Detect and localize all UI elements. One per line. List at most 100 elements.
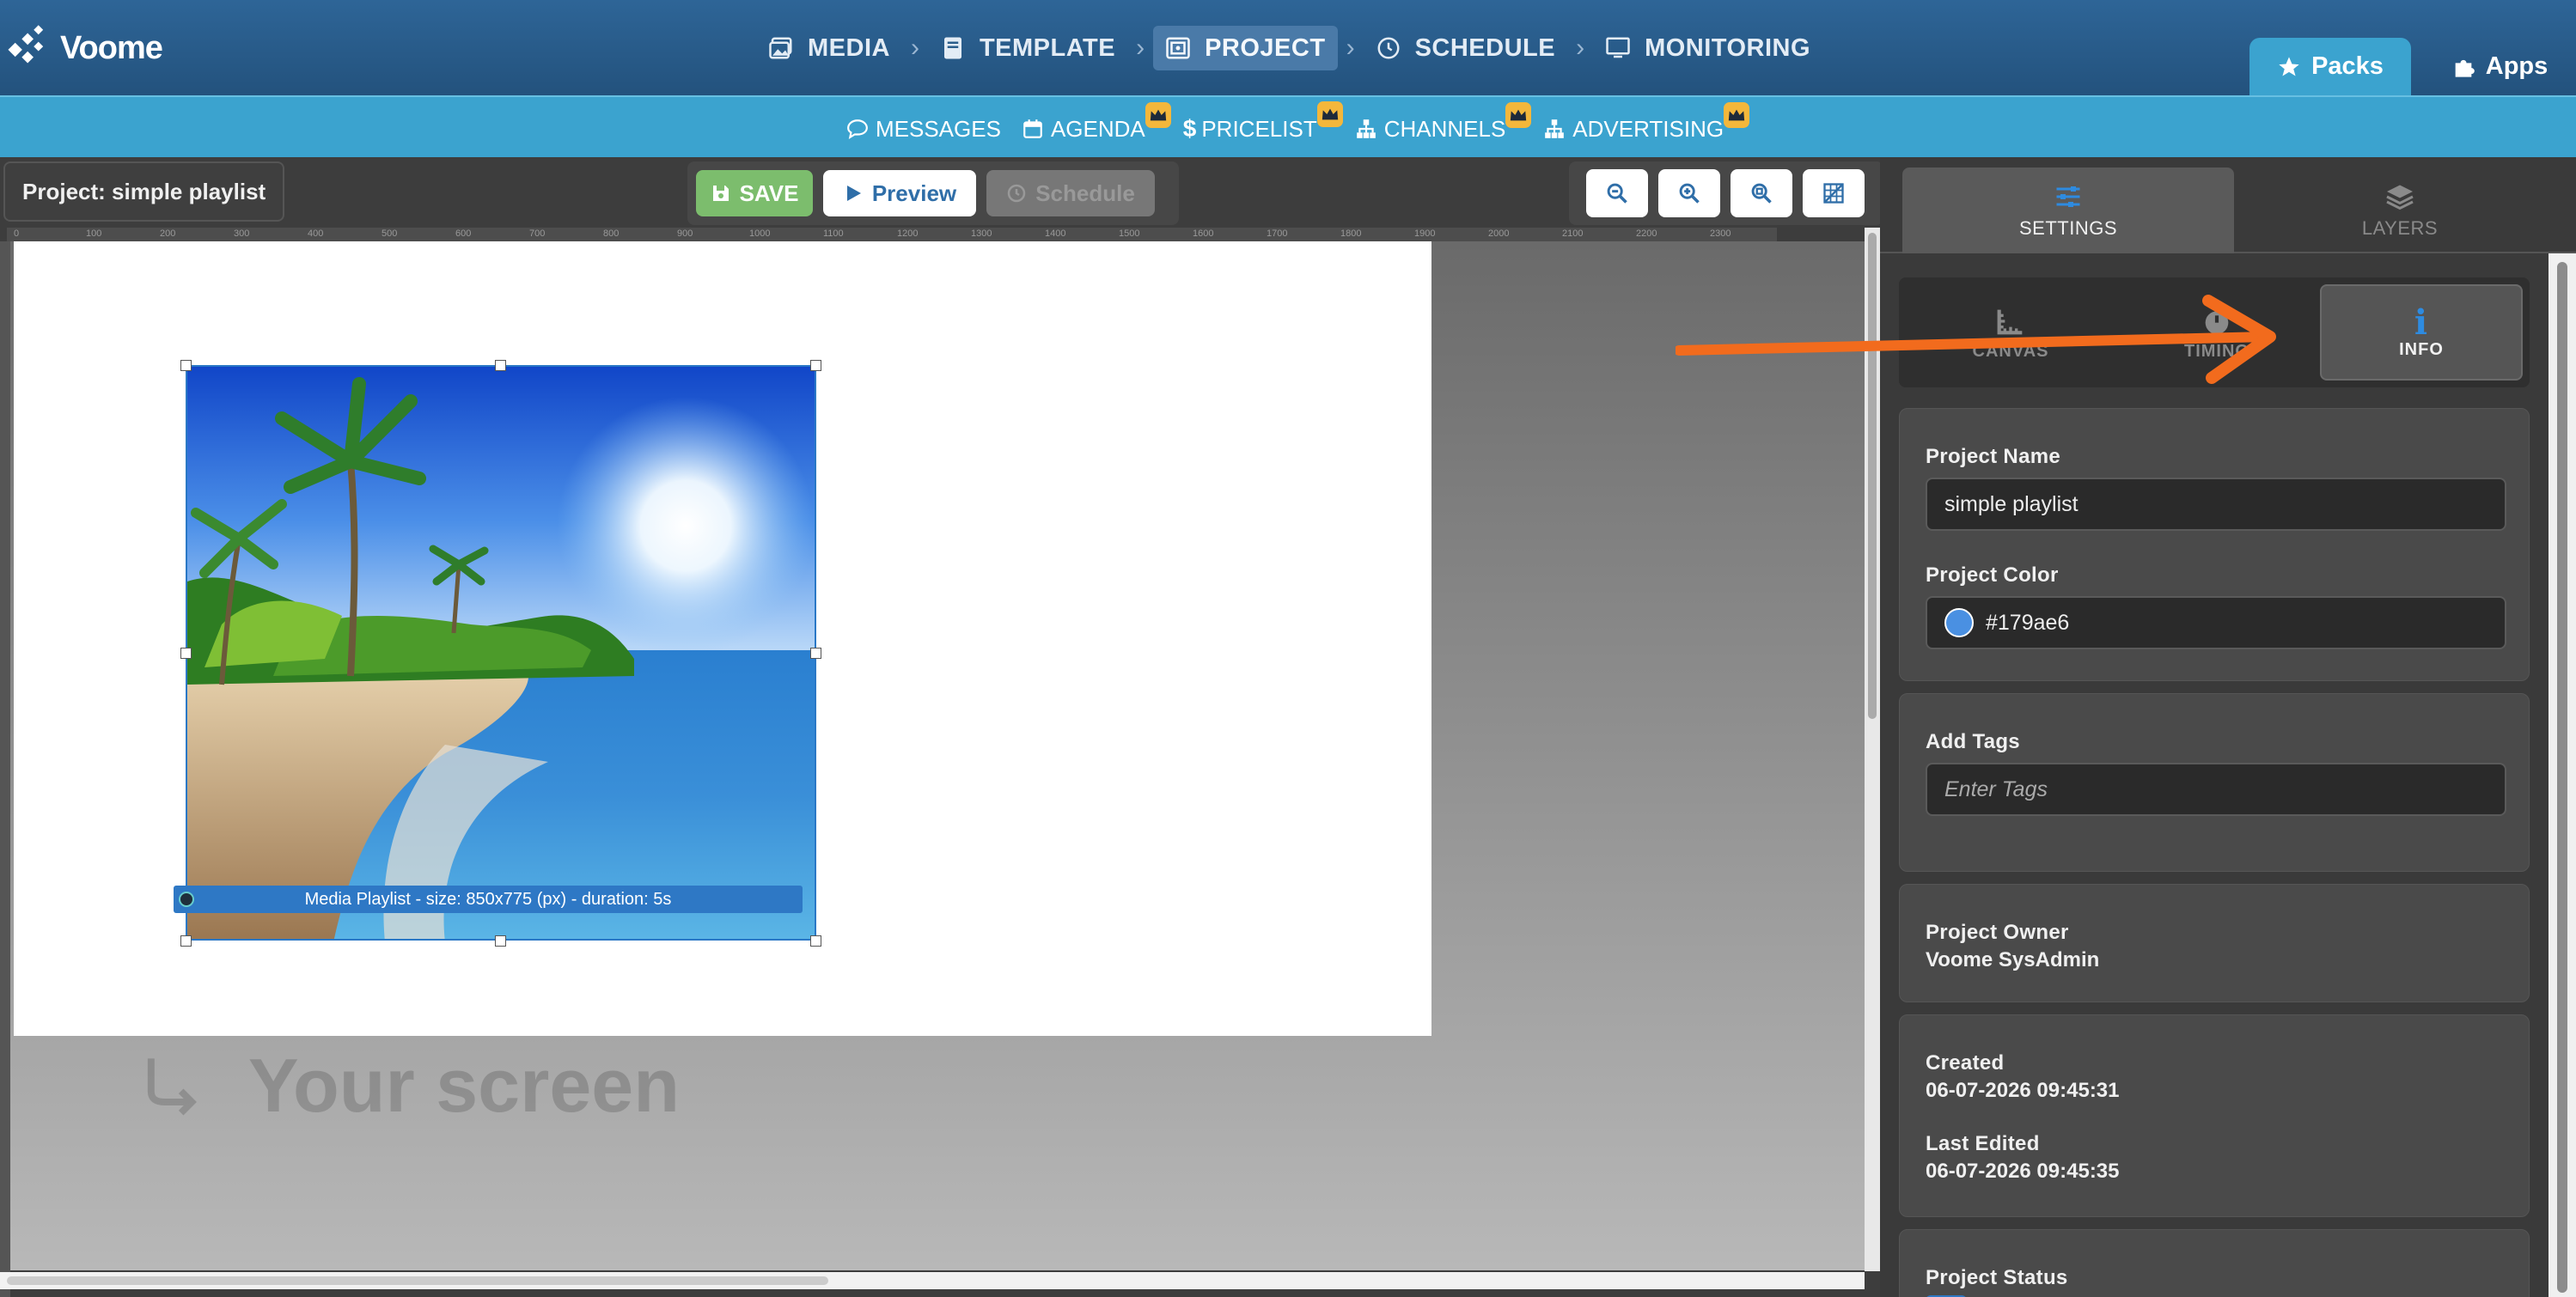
apps-label: Apps: [2485, 52, 2549, 80]
project-details-card: Project Name simple playlist Project Col…: [1899, 408, 2530, 681]
ruler-tick: 600: [455, 228, 472, 239]
subtab-info-label: INFO: [2399, 339, 2444, 359]
apps-button[interactable]: Apps: [2423, 38, 2576, 95]
project-owner-label: Project Owner: [1926, 921, 2069, 944]
ruler-tick: 500: [382, 228, 398, 239]
tab-settings[interactable]: SETTINGS: [1902, 167, 2234, 253]
chevron-right-icon: ›: [1576, 33, 1585, 62]
image-icon: [769, 37, 792, 59]
ruler-tick: 1700: [1267, 228, 1288, 239]
media-playlist-element[interactable]: [186, 365, 816, 941]
subnav-pricelist-label: PRICELIST: [1201, 115, 1317, 142]
ruler-tick: 200: [160, 228, 176, 239]
zoom-fit-button[interactable]: [1731, 169, 1792, 217]
your-screen-text: Your screen: [247, 1043, 680, 1128]
subnav-channels[interactable]: CHANNELS: [1355, 101, 1532, 143]
resize-handle[interactable]: [810, 360, 821, 371]
ruler-tick: 900: [677, 228, 693, 239]
zoom-fit-icon: [1751, 183, 1772, 204]
color-swatch[interactable]: [1944, 608, 1974, 637]
nav-monitoring[interactable]: MONITORING: [1593, 26, 1822, 70]
monitor-icon: [1606, 37, 1630, 58]
tags-input[interactable]: Enter Tags: [1926, 763, 2506, 816]
grid-icon: [1823, 183, 1844, 204]
ruler-tick: 2300: [1710, 228, 1731, 239]
settings-subtabs: CANVAS TIMING i INFO: [1899, 277, 2530, 387]
packs-button[interactable]: Packs: [2249, 38, 2411, 95]
resize-handle[interactable]: [495, 935, 506, 947]
project-name-input[interactable]: simple playlist: [1926, 478, 2506, 531]
chevron-right-icon: ›: [1346, 33, 1355, 62]
save-button[interactable]: SAVE: [696, 170, 813, 216]
properties-panel: SETTINGS LAYERS CANVAS TIMING i INFO Pro…: [1880, 157, 2576, 1297]
voome-logo[interactable]: Voome: [7, 22, 163, 74]
project-color-label: Project Color: [1926, 563, 2059, 587]
preview-button[interactable]: Preview: [823, 170, 976, 216]
ruler-icon: [1997, 309, 2023, 334]
subtab-canvas[interactable]: CANVAS: [1909, 284, 2112, 381]
owner-card: Project Owner Voome SysAdmin: [1899, 884, 2530, 1002]
crown-icon: [1724, 101, 1750, 128]
info-icon: i: [2414, 301, 2429, 343]
vertical-scrollbar[interactable]: [1865, 228, 1880, 1271]
media-playlist-caption[interactable]: Media Playlist - size: 850x775 (px) - du…: [174, 886, 803, 913]
ruler-tick: 1500: [1119, 228, 1140, 239]
scrollbar-thumb[interactable]: [1868, 233, 1877, 719]
resize-handle[interactable]: [180, 648, 192, 659]
your-screen-watermark: Your screen: [137, 1042, 680, 1130]
zoom-in-button[interactable]: [1658, 169, 1720, 217]
status-card: Project Status: [1899, 1229, 2530, 1297]
resize-handle[interactable]: [810, 935, 821, 947]
subnav-advertising[interactable]: ADVERTISING: [1543, 101, 1750, 143]
subtab-info[interactable]: i INFO: [2320, 284, 2523, 381]
ruler-tick: 2000: [1488, 228, 1510, 239]
created-value: 06-07-2026 09:45:31: [1926, 1079, 2120, 1102]
ruler-tick: 1100: [823, 228, 844, 239]
subnav-messages[interactable]: MESSAGES: [846, 116, 1001, 143]
nav-media[interactable]: MEDIA: [756, 26, 902, 70]
ruler-tick: 1200: [897, 228, 919, 239]
schedule-button[interactable]: Schedule: [986, 170, 1155, 216]
subtab-timing[interactable]: TIMING: [2115, 284, 2318, 381]
calendar-icon: [1023, 119, 1042, 138]
sliders-icon: [2056, 186, 2080, 207]
floppy-disk-icon: [712, 186, 729, 201]
horizontal-scrollbar[interactable]: [0, 1272, 1865, 1289]
panel-scrollbar[interactable]: [2549, 253, 2576, 1297]
project-owner-value: Voome SysAdmin: [1926, 948, 2100, 971]
schedule-label: Schedule: [1035, 180, 1135, 206]
resize-handle[interactable]: [180, 360, 192, 371]
resize-handle[interactable]: [180, 935, 192, 947]
ruler-tick: 800: [603, 228, 620, 239]
screen-canvas[interactable]: Media Playlist - size: 850x775 (px) - du…: [14, 241, 1431, 1036]
save-label: SAVE: [739, 180, 799, 206]
nav-schedule[interactable]: SCHEDULE: [1364, 26, 1568, 70]
subnav-messages-label: MESSAGES: [876, 115, 1001, 142]
subnav-advertising-label: ADVERTISING: [1572, 115, 1724, 142]
project-color-input[interactable]: #179ae6: [1926, 596, 2506, 649]
resize-handle[interactable]: [810, 648, 821, 659]
subtab-canvas-label: CANVAS: [1972, 341, 2049, 361]
nav-project[interactable]: PROJECT: [1153, 26, 1338, 70]
nav-monitoring-label: MONITORING: [1645, 33, 1811, 62]
ruler-tick: 700: [529, 228, 546, 239]
scrollbar-thumb[interactable]: [7, 1276, 828, 1285]
tags-card: Add Tags Enter Tags: [1899, 693, 2530, 872]
arrow-down-right-icon: [147, 1058, 197, 1116]
crown-icon: [1145, 101, 1171, 128]
nav-template[interactable]: TEMPLATE: [928, 26, 1127, 70]
subnav-pricelist[interactable]: $ PRICELIST: [1183, 101, 1343, 143]
panel-tabs: SETTINGS LAYERS: [1880, 157, 2576, 253]
last-edited-value: 06-07-2026 09:45:35: [1926, 1160, 2120, 1183]
tab-layers[interactable]: LAYERS: [2234, 167, 2566, 253]
scrollbar-thumb[interactable]: [2557, 262, 2567, 1293]
add-tags-label: Add Tags: [1926, 730, 2020, 753]
grid-toggle-button[interactable]: [1803, 169, 1865, 217]
resize-handle[interactable]: [495, 360, 506, 371]
chat-icon: [847, 119, 868, 139]
zoom-out-button[interactable]: [1586, 169, 1648, 217]
panel-body: CANVAS TIMING i INFO Project Name simple…: [1880, 253, 2549, 1297]
last-edited-label: Last Edited: [1926, 1132, 2040, 1155]
subnav-agenda[interactable]: AGENDA: [1022, 101, 1171, 143]
canvas-editor: Project: simple playlist SAVE Preview Sc…: [0, 157, 1883, 1297]
